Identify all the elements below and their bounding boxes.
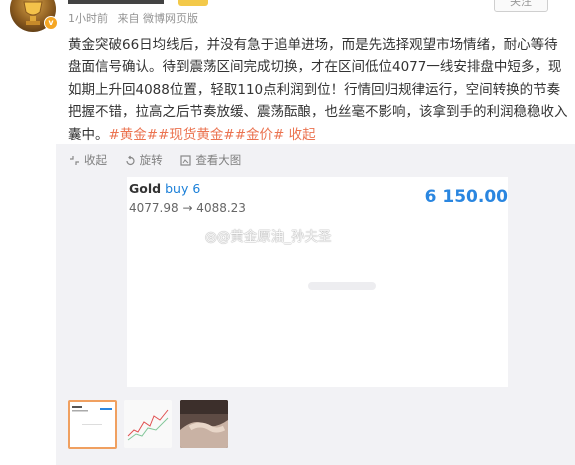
rotate-button[interactable]: 旋转	[125, 152, 163, 168]
thumbnail-handshake-photo[interactable]	[180, 400, 228, 448]
rotate-label: 旋转	[139, 153, 163, 167]
trade-profit: 6 150.00	[424, 187, 508, 207]
post-tags[interactable]: #黄金##现货黄金##金价#	[109, 127, 285, 143]
chart-thumb	[124, 400, 172, 448]
view-large-label: 查看大图	[195, 153, 242, 167]
verified-badge-icon: v	[44, 16, 58, 30]
post-content: 黄金突破66日均线后，并没有急于追单进场，而是先选择观望市场情绪，耐心等待盘面信…	[68, 34, 568, 146]
collapse-text-link[interactable]: 收起	[289, 127, 316, 143]
view-large-button[interactable]: 查看大图	[180, 152, 241, 168]
post-meta: 1小时前 来自 微博网页版	[68, 10, 198, 26]
trade-prices: 4077.98 → 4088.23	[129, 201, 246, 215]
username[interactable]	[68, 0, 168, 10]
thumbnail-price-chart[interactable]	[124, 400, 172, 448]
post-header: v 1小时前 来自 微博网页版 关注	[0, 0, 575, 34]
weibo-logo-icon: ◎	[205, 229, 217, 245]
collapse-icon	[70, 155, 79, 165]
trade-action: buy 6	[165, 181, 201, 196]
vip-badge	[178, 0, 208, 6]
post-time[interactable]: 1小时前	[68, 12, 108, 25]
post-source: 来自 微博网页版	[117, 12, 199, 25]
thumbnail-trade-screenshot[interactable]	[68, 400, 117, 449]
handshake-thumb	[180, 400, 228, 448]
watermark-text: @黄金原油_孙夫圣	[216, 229, 332, 245]
trade-symbol: Gold	[129, 181, 162, 196]
trade-title: Gold buy 6	[129, 181, 200, 196]
follow-button[interactable]: 关注	[494, 0, 548, 12]
collapse-label: 收起	[84, 153, 107, 167]
media-toolbar: 收起 旋转 查看大图	[69, 152, 255, 168]
image-watermark: ◎@黄金原油_孙夫圣	[205, 225, 332, 245]
blurred-region	[308, 282, 376, 290]
username-text-cropped	[68, 0, 164, 4]
trade-screenshot-thumb	[72, 406, 112, 425]
rotate-icon	[126, 155, 135, 165]
view-large-icon	[180, 154, 191, 166]
collapse-media-button[interactable]: 收起	[69, 152, 107, 168]
